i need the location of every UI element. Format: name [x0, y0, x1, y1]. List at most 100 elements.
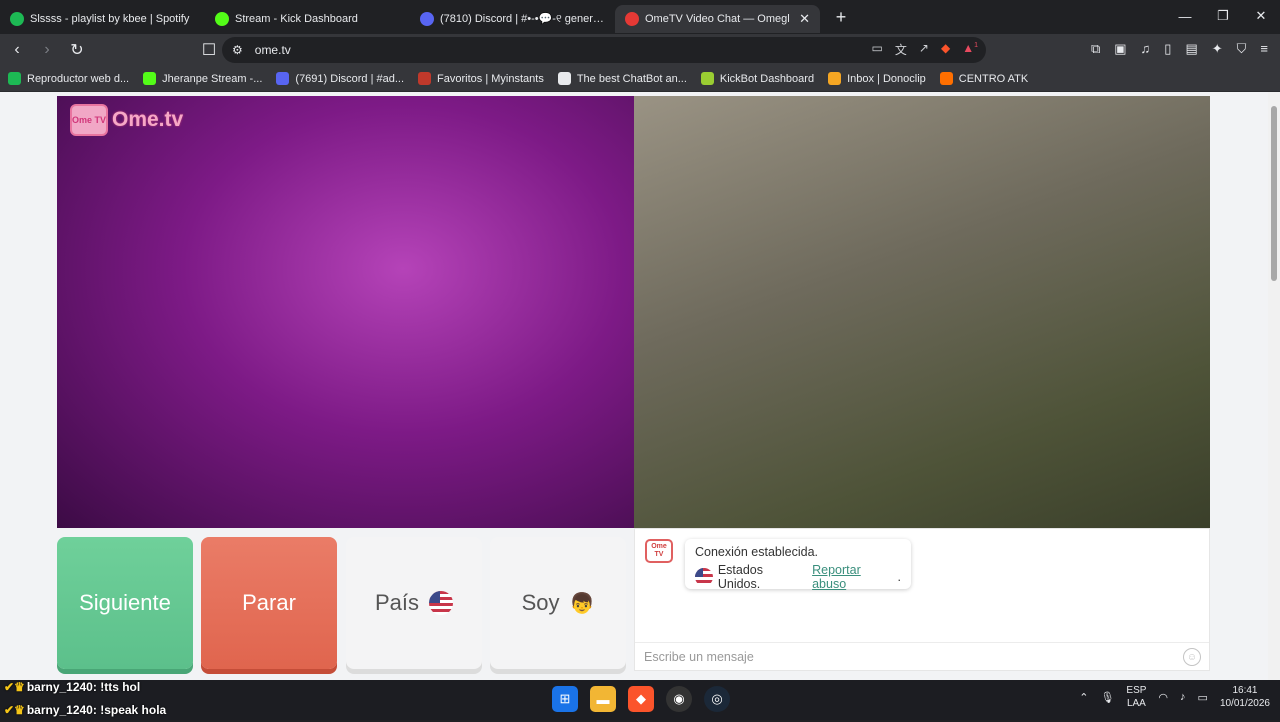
- bookmark-item[interactable]: Favoritos | Myinstants: [418, 72, 544, 85]
- tab-3[interactable]: OmeTV Video Chat — Omegl ✕: [615, 5, 820, 33]
- wallet-icon[interactable]: ▤: [1185, 41, 1197, 57]
- extension-icons: ⧉ ▣ ♫ ▯ ▤ ✦ ⛉ ≡: [1091, 41, 1268, 57]
- emoji-icon[interactable]: ☺: [1183, 648, 1201, 666]
- discord-icon: [420, 12, 434, 26]
- battery-icon[interactable]: ▭: [1198, 691, 1208, 704]
- report-suffix: .: [897, 570, 901, 584]
- taskbar-apps: ⊞ ▬ ◆ ◉ ◎: [552, 686, 730, 712]
- screenshot-icon[interactable]: ▣: [1114, 41, 1126, 57]
- brave-rewards-icon[interactable]: ▲1: [962, 41, 978, 58]
- tab-1[interactable]: Stream - Kick Dashboard: [205, 5, 410, 33]
- us-flag-icon: [429, 591, 454, 615]
- rewards-badge: 1: [974, 42, 978, 49]
- file-explorer-icon[interactable]: ▬: [590, 686, 616, 712]
- partner-country: Estados Unidos.: [717, 563, 764, 591]
- kick-icon: [143, 72, 157, 85]
- maximize-icon[interactable]: ❐: [1204, 0, 1242, 32]
- donoclip-icon: [828, 72, 842, 85]
- start-icon[interactable]: ⊞: [552, 686, 578, 712]
- discord-icon: [276, 72, 290, 85]
- new-tab-button[interactable]: +: [828, 7, 854, 28]
- tab-strip: Slssss - playlist by kbee | Spotify Strea…: [0, 0, 1280, 34]
- chatbot-icon: [557, 72, 571, 85]
- bookmark-item[interactable]: Inbox | Donoclip: [828, 72, 926, 85]
- tab-title: OmeTV Video Chat — Omegl: [645, 13, 790, 25]
- tab-2[interactable]: (7810) Discord | #•-•💬-୧ general• |: [410, 5, 615, 33]
- cast-icon[interactable]: ▭: [872, 41, 883, 58]
- language-indicator[interactable]: ESP LAA: [1126, 684, 1146, 710]
- sidebar-icon[interactable]: ▯: [1164, 41, 1171, 57]
- stop-button[interactable]: Parar: [201, 537, 337, 669]
- stream-chat-overlay: ✔♛ barny_1240: !tts hol ✔♛ barny_1240: !spe…: [4, 676, 166, 722]
- browser-toolbar: ‹ › ↻ ☐ ⚙ ome.tv ▭ 文 ↗ ◆ ▲1 ⧉ ▣ ♫ ▯ ▤ ✦ …: [0, 34, 1280, 66]
- brave-shields-icon[interactable]: ◆: [941, 41, 950, 58]
- share-icon[interactable]: ↗: [919, 41, 929, 58]
- menu-icon[interactable]: ≡: [1260, 41, 1268, 57]
- bookmark-item[interactable]: The best ChatBot an...: [557, 72, 687, 85]
- system-message: Conexión establecida. Estados Unidos. Re…: [685, 539, 911, 591]
- vpn-icon[interactable]: ⛉: [1237, 41, 1247, 57]
- next-label: Siguiente: [79, 590, 171, 615]
- extensions-icon[interactable]: ⧉: [1091, 41, 1100, 57]
- spotify-icon: [10, 12, 24, 26]
- overlay-chat-line: ✔♛ barny_1240: !tts hol: [4, 680, 141, 694]
- chat-panel: Ome TV Conexión establecida. Estados Uni…: [634, 528, 1210, 671]
- address-bar[interactable]: ⚙ ome.tv ▭ 文 ↗ ◆ ▲1: [222, 37, 986, 63]
- clock-date: 10/01/2026: [1219, 698, 1270, 709]
- next-button[interactable]: Siguiente: [57, 537, 193, 669]
- clock-time: 16:41: [1232, 685, 1258, 696]
- bookmark-item[interactable]: (7691) Discord | #ad...: [276, 72, 404, 85]
- ometv-icon: [625, 12, 639, 26]
- tab-title: Slssss - playlist by kbee | Spotify: [30, 13, 190, 25]
- chevron-up-icon[interactable]: ⌃: [1079, 691, 1088, 704]
- myinstants-icon: [418, 72, 432, 85]
- country-label: País: [374, 590, 420, 615]
- page-scrollbar[interactable]: [1268, 92, 1280, 680]
- brave-browser-icon[interactable]: ◆: [628, 686, 654, 712]
- badge-icon: ✔♛: [4, 680, 25, 694]
- gender-button[interactable]: Soy 👦: [490, 537, 626, 669]
- steam-icon[interactable]: ◎: [704, 686, 730, 712]
- scrollbar-thumb[interactable]: [1271, 106, 1277, 281]
- bookmark-label: Inbox | Donoclip: [847, 72, 926, 85]
- microphone-icon[interactable]: 🎙: [1100, 691, 1114, 704]
- tab-0[interactable]: Slssss - playlist by kbee | Spotify: [0, 5, 205, 33]
- tab-title: (7810) Discord | #•-•💬-୧ general• |: [440, 13, 605, 25]
- kickbot-icon: [700, 72, 714, 85]
- bookmark-item[interactable]: Jheranpe Stream -...: [143, 72, 262, 85]
- reload-icon[interactable]: ↻: [64, 37, 90, 63]
- close-window-icon[interactable]: ✕: [1242, 0, 1280, 32]
- omnibox-actions: ▭ 文 ↗ ◆ ▲1: [872, 41, 978, 58]
- bookmark-label: (7691) Discord | #ad...: [295, 72, 405, 85]
- atk-icon: [939, 72, 953, 85]
- back-icon[interactable]: ‹: [4, 37, 30, 63]
- country-button[interactable]: País: [346, 537, 482, 669]
- ometv-logo[interactable]: Ome TV Ome.tv: [70, 104, 183, 136]
- bookmark-icon[interactable]: ☐: [196, 37, 222, 63]
- bookmark-item[interactable]: Reproductor web d...: [8, 72, 129, 85]
- translate-icon[interactable]: 文: [895, 41, 907, 58]
- media-icon[interactable]: ♫: [1141, 41, 1151, 57]
- bookmark-item[interactable]: KickBot Dashboard: [700, 72, 814, 85]
- kick-icon: [215, 12, 229, 26]
- site-settings-icon[interactable]: ⚙: [232, 43, 243, 57]
- message-input[interactable]: Escribe un mensaje ☺: [635, 642, 1209, 670]
- chat-message: !speak hola: [100, 703, 167, 717]
- window-controls: — ❐ ✕: [1166, 0, 1280, 32]
- report-abuse-link[interactable]: Reportar abuso: [812, 563, 897, 591]
- wifi-icon[interactable]: ◠: [1158, 691, 1168, 704]
- clock[interactable]: 16:41 10/01/2026: [1220, 684, 1270, 710]
- bookmark-label: Favoritos | Myinstants: [437, 72, 544, 85]
- minimize-icon[interactable]: —: [1166, 0, 1204, 32]
- lang-bottom: LAA: [1126, 698, 1146, 709]
- forward-icon[interactable]: ›: [34, 37, 60, 63]
- spotify-icon: [8, 72, 21, 85]
- leo-ai-icon[interactable]: ✦: [1212, 41, 1223, 57]
- system-tray: ⌃ 🎙 ESP LAA ◠ ♪ ▭ 16:41 10/01/2026: [1079, 684, 1270, 710]
- obs-icon[interactable]: ◉: [666, 686, 692, 712]
- bookmark-item[interactable]: CENTRO ATK: [939, 72, 1028, 85]
- close-tab-icon[interactable]: ✕: [799, 11, 810, 27]
- volume-icon[interactable]: ♪: [1180, 691, 1186, 703]
- lang-top: ESP: [1126, 685, 1147, 696]
- ometv-chat-icon: Ome TV: [645, 539, 673, 563]
